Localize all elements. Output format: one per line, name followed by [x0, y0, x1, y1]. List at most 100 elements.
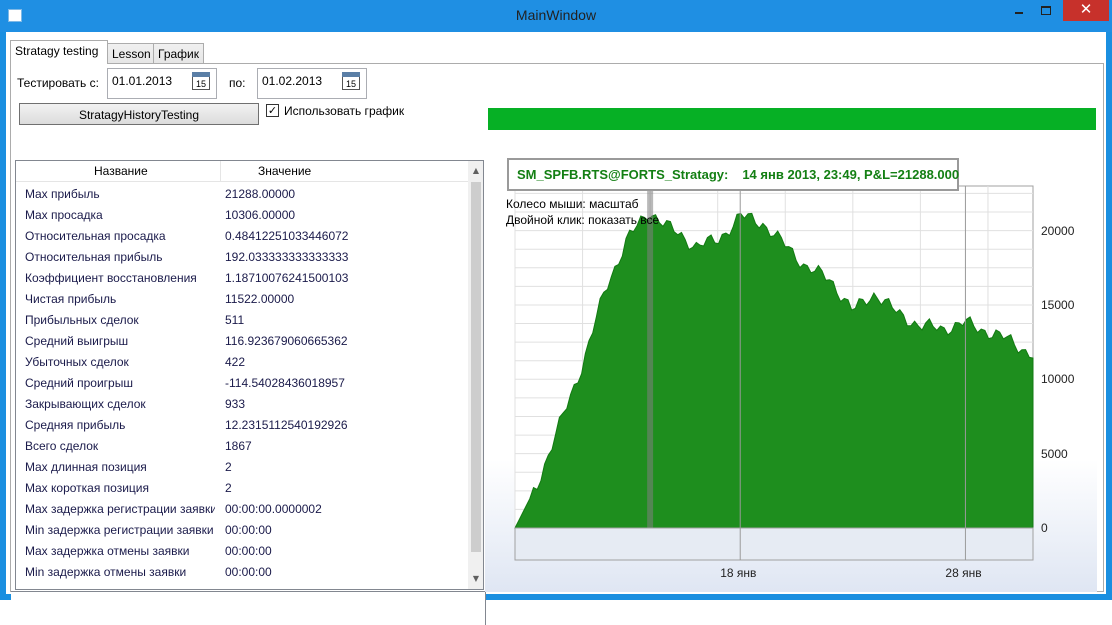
tab-lesson[interactable]: Lesson	[107, 43, 154, 64]
stat-name: Коэффициент восстановления	[25, 271, 197, 285]
stat-name: Средняя прибыль	[25, 418, 126, 432]
calendar-day: 15	[345, 79, 356, 89]
maximize-button[interactable]	[1033, 0, 1059, 21]
list-item[interactable]: Max задержка отмены заявки 00:00:00	[16, 540, 468, 561]
from-date-value: 01.01.2013	[112, 74, 173, 88]
list-item[interactable]: Средний проигрыш -114.54028436018957	[16, 372, 468, 393]
from-label: Тестировать с:	[17, 76, 99, 90]
calendar-icon[interactable]: 15	[192, 72, 210, 90]
stat-name: Max просадка	[25, 208, 103, 222]
stratagy-history-testing-button[interactable]: StratagyHistoryTesting	[19, 103, 259, 125]
list-item[interactable]: Прибыльных сделок 511	[16, 309, 468, 330]
minimize-button[interactable]	[1006, 0, 1032, 21]
list-item[interactable]: Чистая прибыль 11522.00000	[16, 288, 468, 309]
hint-zoom: Колесо мыши: масштаб	[506, 197, 639, 211]
stat-value: 00:00:00	[225, 523, 272, 537]
stat-name: Max задержка отмены заявки	[25, 544, 190, 558]
equity-chart[interactable]: SM_SPFB.RTS@FORTS_Stratagy: 14 янв 2013, …	[485, 150, 1097, 592]
x-tick-label: 18 янв	[720, 566, 757, 580]
use-chart-label: Использовать график	[284, 104, 405, 118]
hint-reset: Двойной клик: показать все	[506, 213, 660, 227]
use-chart-checkbox[interactable]: ✓	[266, 104, 279, 117]
stat-value: 192.033333333333333	[225, 250, 349, 264]
y-tick-label: 15000	[1041, 297, 1075, 312]
list-item[interactable]: Всего сделок 1867	[16, 435, 468, 456]
cursor-line[interactable]	[647, 186, 654, 560]
scroll-thumb[interactable]	[471, 182, 481, 552]
stat-value: 933	[225, 397, 246, 411]
stat-name: Max длинная позиция	[25, 460, 147, 474]
to-label: по:	[229, 76, 246, 90]
stat-name: Закрывающих сделок	[25, 397, 146, 411]
calendar-icon[interactable]: 15	[342, 72, 360, 90]
to-date-picker[interactable]: 01.02.2013 15	[257, 68, 367, 99]
column-divider[interactable]	[220, 161, 221, 182]
stat-name: Прибыльных сделок	[25, 313, 139, 327]
stat-value: 00:00:00	[225, 544, 272, 558]
list-item[interactable]: Средний выигрыш 116.923679060665362	[16, 330, 468, 351]
stats-list[interactable]: Название Значение Max прибыль 21288.00000…	[15, 160, 484, 590]
tab-panel: Тестировать с: 01.01.2013 15 по: 01.02.2…	[10, 63, 1104, 625]
stat-name: Max задержка регистрации заявки	[25, 502, 215, 516]
stat-name: Средний выигрыш	[25, 334, 129, 348]
maximize-icon	[1041, 6, 1051, 15]
stat-name: Убыточных сделок	[25, 355, 129, 369]
list-item[interactable]: Средняя прибыль 12.2315112540192926	[16, 414, 468, 435]
tab-stratagy-testing[interactable]: Stratagy testing	[10, 40, 108, 64]
legend-series-value: 14 янв 2013, 23:49, P&L=21288.000	[742, 167, 960, 182]
stat-value: 00:00:00	[225, 565, 272, 579]
window-title: MainWindow	[515, 7, 597, 23]
calendar-day: 15	[195, 79, 206, 89]
x-axis-band	[514, 527, 1034, 561]
stat-name: Min задержка регистрации заявки	[25, 523, 214, 537]
y-tick-label: 5000	[1041, 446, 1068, 461]
column-header-name[interactable]: Название	[94, 164, 148, 178]
list-item[interactable]: Max длинная позиция 2	[16, 456, 468, 477]
stat-value: 1867	[225, 439, 252, 453]
to-date-value: 01.02.2013	[262, 74, 323, 88]
stat-name: Max короткая позиция	[25, 481, 149, 495]
tab-grafik[interactable]: График	[153, 43, 204, 64]
status-box	[11, 591, 486, 625]
stat-value: 2	[225, 481, 232, 495]
stat-value: 10306.00000	[225, 208, 296, 222]
stat-value: 511	[225, 313, 245, 327]
client-area: Stratagy testing Lesson График Тестирова…	[6, 32, 1106, 625]
title-bar[interactable]: MainWindow ✕	[0, 0, 1112, 32]
list-item[interactable]: Закрывающих сделок 933	[16, 393, 468, 414]
list-item[interactable]: Max короткая позиция 2	[16, 477, 468, 498]
stat-name: Средний проигрыш	[25, 376, 133, 390]
vertical-scrollbar[interactable]: ▲ ▼	[468, 161, 483, 589]
list-item[interactable]: Коэффициент восстановления 1.187100762415…	[16, 267, 468, 288]
y-tick-label: 10000	[1041, 372, 1075, 387]
stat-name: Чистая прибыль	[25, 292, 117, 306]
list-item[interactable]: Относительная прибыль 192.033333333333333	[16, 246, 468, 267]
stat-name: Max прибыль	[25, 187, 100, 201]
stat-name: Всего сделок	[25, 439, 99, 453]
list-item[interactable]: Max просадка 10306.00000	[16, 204, 468, 225]
stat-value: 00:00:00.0000002	[225, 502, 322, 516]
list-item[interactable]: Min задержка отмены заявки 00:00:00	[16, 561, 468, 582]
stat-value: 11522.00000	[225, 292, 295, 306]
close-icon: ✕	[1079, 1, 1093, 18]
stat-value: -114.54028436018957	[225, 376, 345, 390]
list-item[interactable]: Max прибыль 21288.00000	[16, 183, 468, 204]
list-item[interactable]: Min задержка регистрации заявки 00:00:00	[16, 519, 468, 540]
stat-value: 1.18710076241500103	[225, 271, 349, 285]
scroll-down-icon[interactable]: ▼	[468, 571, 483, 587]
check-icon: ✓	[267, 104, 278, 117]
close-button[interactable]: ✕	[1063, 0, 1109, 21]
stat-value: 116.923679060665362	[225, 334, 348, 348]
list-item[interactable]: Относительная просадка 0.4841225103344607…	[16, 225, 468, 246]
stat-name: Min задержка отмены заявки	[25, 565, 187, 579]
y-tick-label: 20000	[1041, 223, 1075, 238]
from-date-picker[interactable]: 01.01.2013 15	[107, 68, 217, 99]
y-tick-label: 0	[1041, 521, 1048, 535]
stat-value: 12.2315112540192926	[225, 418, 348, 432]
stat-value: 21288.00000	[225, 187, 296, 201]
list-item[interactable]: Max задержка регистрации заявки 00:00:00.…	[16, 498, 468, 519]
stat-value: 422	[225, 355, 246, 369]
column-header-value[interactable]: Значение	[258, 164, 311, 178]
scroll-up-icon[interactable]: ▲	[468, 163, 483, 179]
list-item[interactable]: Убыточных сделок 422	[16, 351, 468, 372]
